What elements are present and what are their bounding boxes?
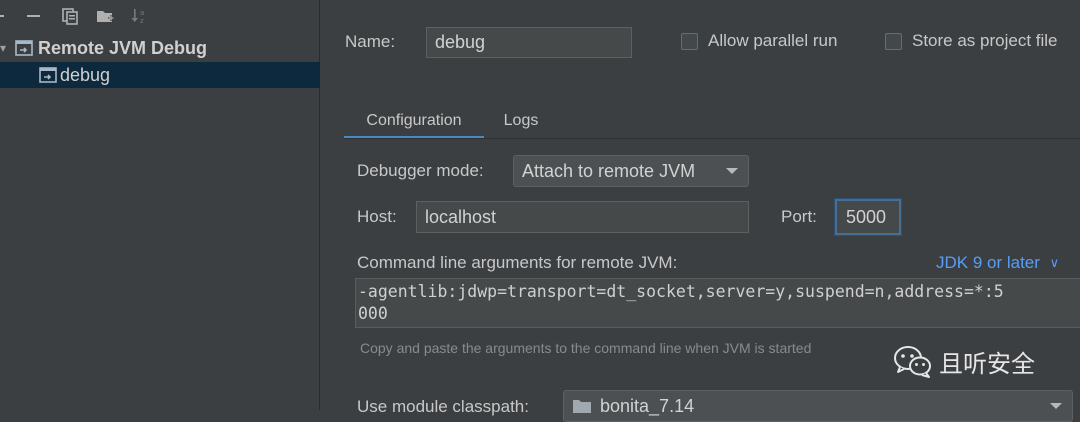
- command-line-arguments-label: Command line arguments for remote JVM:: [357, 253, 678, 272]
- module-folder-icon: [572, 398, 592, 414]
- chevron-down-icon: [726, 168, 738, 174]
- debugger-mode-label: Debugger mode:: [357, 161, 484, 180]
- host-input[interactable]: localhost: [416, 201, 749, 233]
- tab-logs-label: Logs: [503, 112, 539, 129]
- chevron-down-icon[interactable]: ▾: [0, 35, 12, 61]
- svg-text:a: a: [140, 9, 144, 17]
- store-as-project-file-checkbox[interactable]: Store as project file: [885, 31, 1058, 51]
- command-line-arguments-field[interactable]: -agentlib:jdwp=transport=dt_socket,serve…: [355, 278, 1080, 328]
- use-module-classpath-label: Use module classpath:: [357, 397, 529, 416]
- tab-logs[interactable]: Logs: [492, 104, 550, 138]
- allow-parallel-run-checkbox[interactable]: Allow parallel run: [681, 31, 837, 51]
- port-input[interactable]: 5000: [835, 199, 901, 235]
- name-label: Name:: [345, 32, 396, 51]
- host-label: Host:: [357, 207, 397, 226]
- tab-configuration[interactable]: Configuration: [344, 104, 484, 139]
- tab-configuration-label: Configuration: [366, 112, 462, 129]
- checkbox-box[interactable]: [885, 32, 902, 50]
- port-label: Port:: [781, 207, 817, 226]
- module-classpath-select[interactable]: bonita_7.14: [563, 390, 1073, 422]
- watermark-text: 且听安全: [939, 350, 1035, 378]
- tree-item-label: debug: [60, 64, 111, 85]
- run-configurations-tree-panel: az ▾ Remote JVM Debug debug: [0, 0, 320, 410]
- tree-item-debug[interactable]: debug: [0, 62, 320, 88]
- remote-debug-icon: [14, 38, 34, 58]
- chevron-down-icon: [1050, 403, 1062, 409]
- remote-debug-icon: [38, 65, 58, 85]
- add-icon[interactable]: [0, 6, 14, 26]
- checkbox-box[interactable]: [681, 32, 698, 50]
- name-input[interactable]: debug: [426, 27, 632, 58]
- chevron-down-icon: ∨: [1049, 255, 1060, 270]
- tree-toolbar: az: [0, 0, 320, 32]
- new-folder-icon[interactable]: [95, 6, 115, 26]
- jdk-version-label: JDK 9 or later: [936, 253, 1040, 272]
- command-line-text-line2: 000: [358, 304, 388, 323]
- command-line-hint: Copy and paste the arguments to the comm…: [360, 340, 812, 356]
- command-line-text-line1: -agentlib:jdwp=transport=dt_socket,serve…: [358, 282, 1004, 301]
- jdk-version-select[interactable]: JDK 9 or later ∨: [936, 253, 1059, 273]
- remove-icon[interactable]: [24, 6, 44, 26]
- module-classpath-value: bonita_7.14: [600, 395, 695, 416]
- debugger-mode-select[interactable]: Attach to remote JVM: [513, 155, 749, 187]
- store-as-project-file-label: Store as project file: [912, 31, 1058, 50]
- tree-group-label: Remote JVM Debug: [38, 37, 208, 58]
- wechat-watermark: 且听安全: [893, 344, 1035, 379]
- allow-parallel-run-label: Allow parallel run: [708, 31, 838, 50]
- wechat-icon: [894, 345, 931, 378]
- svg-text:z: z: [140, 17, 144, 25]
- tree-group-remote-jvm-debug[interactable]: ▾ Remote JVM Debug: [0, 35, 320, 61]
- copy-icon[interactable]: [60, 6, 80, 26]
- sort-alphabetically-icon[interactable]: az: [130, 6, 150, 26]
- debugger-mode-value: Attach to remote JVM: [522, 160, 696, 181]
